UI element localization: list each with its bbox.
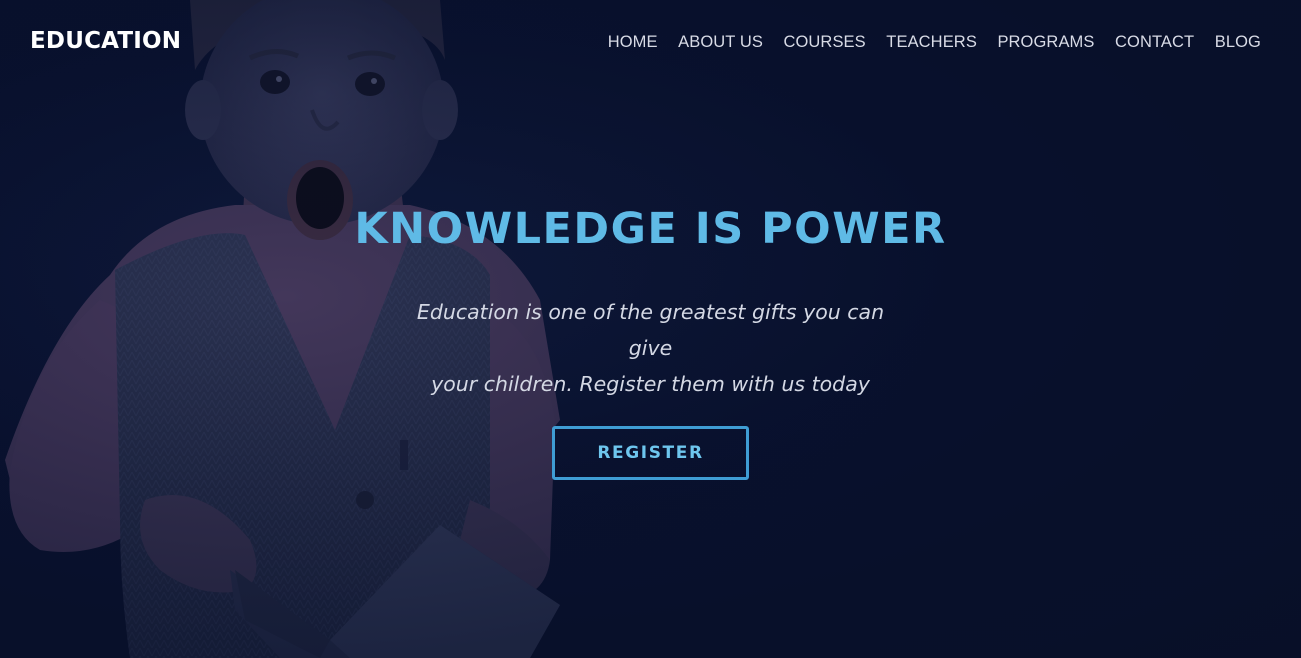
nav-item-about-us[interactable]: ABOUT US (678, 31, 763, 53)
nav-item-home[interactable]: HOME (608, 31, 658, 53)
top-navbar: EDUCATION HOME ABOUT US COURSES TEACHERS… (0, 0, 1301, 84)
site-logo[interactable]: EDUCATION (30, 28, 181, 54)
nav-item-courses[interactable]: COURSES (783, 31, 865, 53)
register-button[interactable]: REGISTER (552, 426, 749, 480)
hero-headline: KNOWLEDGE IS POWER (354, 204, 947, 254)
nav-item-contact[interactable]: CONTACT (1115, 31, 1194, 53)
nav-item-teachers[interactable]: TEACHERS (886, 31, 977, 53)
main-nav-menu: HOME ABOUT US COURSES TEACHERS PROGRAMS … (608, 31, 1261, 53)
hero-subtitle-line-1: Education is one of the greatest gifts y… (416, 300, 885, 360)
nav-item-blog[interactable]: BLOG (1215, 31, 1261, 53)
hero-subtitle-line-2: your children. Register them with us tod… (431, 372, 870, 396)
nav-item-programs[interactable]: PROGRAMS (997, 31, 1094, 53)
hero-subtitle: Education is one of the greatest gifts y… (400, 294, 901, 402)
hero-section: EDUCATION HOME ABOUT US COURSES TEACHERS… (0, 0, 1301, 658)
